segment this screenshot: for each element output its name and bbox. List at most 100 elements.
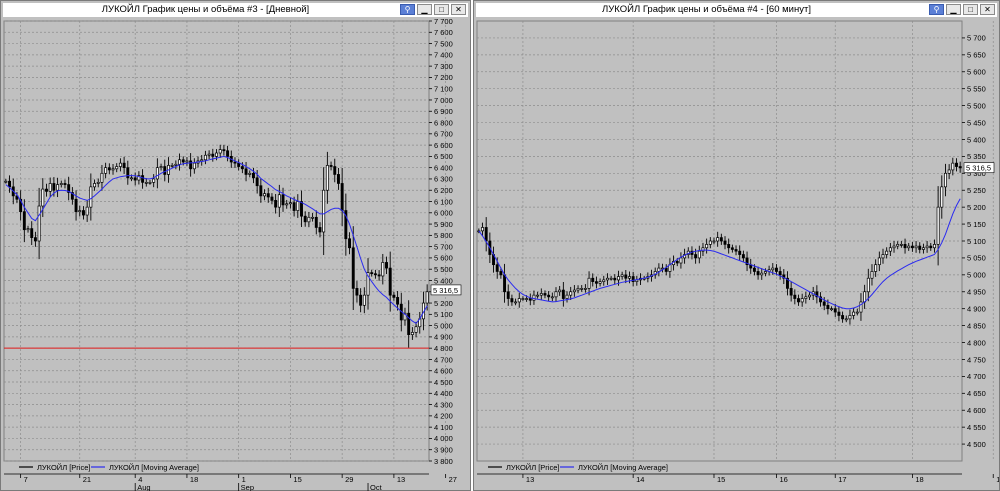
candle-body bbox=[163, 166, 167, 175]
candle-body bbox=[870, 271, 874, 279]
candle-body bbox=[126, 167, 130, 179]
candle-body bbox=[233, 161, 237, 164]
close-icon[interactable]: ✕ bbox=[451, 4, 466, 15]
candle-body bbox=[340, 183, 344, 211]
month-label: Aug bbox=[137, 483, 150, 491]
y-tick-label: 7 000 bbox=[434, 96, 453, 105]
candle-body bbox=[914, 245, 918, 249]
candle-body bbox=[723, 240, 727, 245]
y-tick-label: 4 550 bbox=[967, 423, 986, 432]
plot-area bbox=[3, 20, 430, 462]
window-titlebar[interactable]: ЛУКОЙЛ График цены и объёма #3 - [Дневно… bbox=[3, 3, 468, 17]
maximize-icon[interactable]: □ bbox=[963, 4, 978, 15]
candle-body bbox=[797, 298, 800, 303]
candle-body bbox=[514, 301, 518, 304]
candle-body bbox=[804, 296, 808, 299]
candle-body bbox=[300, 201, 303, 217]
candle-body bbox=[159, 166, 163, 169]
candle-body bbox=[844, 318, 848, 321]
candle-body bbox=[288, 202, 292, 205]
y-tick-label: 5 900 bbox=[434, 220, 453, 229]
y-tick-label: 4 600 bbox=[434, 367, 453, 376]
candle-body bbox=[774, 267, 778, 272]
candle-body bbox=[569, 291, 573, 296]
y-tick-label: 7 100 bbox=[434, 84, 453, 93]
candle-body bbox=[657, 267, 661, 272]
candle-body bbox=[628, 276, 631, 279]
close-icon[interactable]: ✕ bbox=[980, 4, 995, 15]
candle-body bbox=[877, 257, 881, 266]
candle-body bbox=[189, 160, 193, 170]
hourly-price-chart[interactable]: 4 500 4 550 4 600 4 650 4 700 4 750 4 800 4 850… bbox=[474, 17, 999, 491]
candle-body bbox=[22, 211, 26, 231]
candle-body bbox=[620, 274, 624, 277]
y-tick-label: 6 000 bbox=[434, 209, 453, 218]
candle-body bbox=[605, 277, 609, 281]
window-titlebar[interactable]: ЛУКОЙЛ График цены и объёма #4 - [60 мин… bbox=[476, 3, 997, 17]
minimize-icon[interactable]: ▁ bbox=[417, 4, 432, 15]
y-tick-label: 5 600 bbox=[967, 68, 986, 77]
candle-body bbox=[33, 237, 37, 242]
daily-chart-window[interactable]: ЛУКОЙЛ График цены и объёма #3 - [Дневно… bbox=[0, 0, 471, 491]
candle-body bbox=[296, 201, 300, 211]
candle-body bbox=[712, 240, 716, 243]
y-tick-label: 5 650 bbox=[967, 51, 986, 60]
candle-body bbox=[892, 245, 896, 249]
y-tick-label: 3 800 bbox=[434, 457, 453, 466]
candle-body bbox=[517, 298, 521, 303]
candle-body bbox=[93, 183, 97, 188]
candle-body bbox=[921, 247, 925, 250]
candle-body bbox=[763, 271, 767, 274]
candle-body bbox=[855, 311, 859, 314]
candle-body bbox=[240, 166, 244, 170]
candle-body bbox=[499, 271, 503, 276]
window-title: ЛУКОЙЛ График цены и объёма #3 - [Дневно… bbox=[101, 4, 310, 15]
candle-body bbox=[708, 240, 712, 245]
candle-body bbox=[203, 154, 207, 161]
candle-body bbox=[532, 294, 536, 301]
y-tick-label: 5 400 bbox=[967, 135, 986, 144]
candle-body bbox=[734, 249, 738, 252]
candle-body bbox=[848, 315, 852, 320]
hourly-chart-window[interactable]: ЛУКОЙЛ График цены и объёма #4 - [60 мин… bbox=[473, 0, 1000, 491]
pin-icon[interactable]: ⚲ bbox=[400, 4, 415, 15]
pin-icon[interactable]: ⚲ bbox=[929, 4, 944, 15]
y-tick-label: 6 600 bbox=[434, 141, 453, 150]
y-tick-label: 5 800 bbox=[434, 231, 453, 240]
candle-body bbox=[841, 315, 845, 320]
candle-body bbox=[951, 162, 955, 171]
candle-body bbox=[4, 180, 8, 183]
candle-body bbox=[576, 288, 580, 291]
candle-body bbox=[778, 271, 782, 276]
y-tick-label: 3 900 bbox=[434, 446, 453, 455]
daily-price-chart[interactable]: 3 800 3 900 4 000 4 100 4 200 4 300 4 400 4 500… bbox=[1, 17, 470, 491]
maximize-icon[interactable]: □ bbox=[434, 4, 449, 15]
candle-body bbox=[679, 257, 683, 264]
candle-body bbox=[263, 193, 267, 197]
y-tick-label: 4 950 bbox=[967, 288, 986, 297]
candle-body bbox=[392, 294, 396, 298]
candle-body bbox=[675, 260, 679, 264]
candle-body bbox=[148, 181, 152, 184]
candle-body bbox=[521, 298, 525, 300]
y-tick-label: 4 300 bbox=[434, 400, 453, 409]
candle-body bbox=[955, 162, 958, 167]
candle-body bbox=[192, 162, 196, 170]
candle-body bbox=[348, 238, 352, 249]
candle-body bbox=[207, 153, 211, 156]
candle-body bbox=[830, 308, 834, 311]
last-price-label: 5 316,5 bbox=[433, 286, 458, 295]
candle-body bbox=[822, 301, 826, 306]
candle-body bbox=[377, 274, 381, 277]
candle-body bbox=[26, 228, 30, 231]
candle-body bbox=[793, 294, 797, 299]
candle-body bbox=[170, 165, 174, 167]
y-tick-label: 4 700 bbox=[967, 372, 986, 381]
candle-body bbox=[572, 289, 576, 293]
y-tick-label: 5 100 bbox=[967, 237, 986, 246]
candle-body bbox=[333, 166, 337, 175]
candle-body bbox=[624, 274, 628, 279]
minimize-icon[interactable]: ▁ bbox=[946, 4, 961, 15]
x-tick-label: 7 bbox=[24, 475, 28, 484]
candle-body bbox=[385, 262, 388, 269]
